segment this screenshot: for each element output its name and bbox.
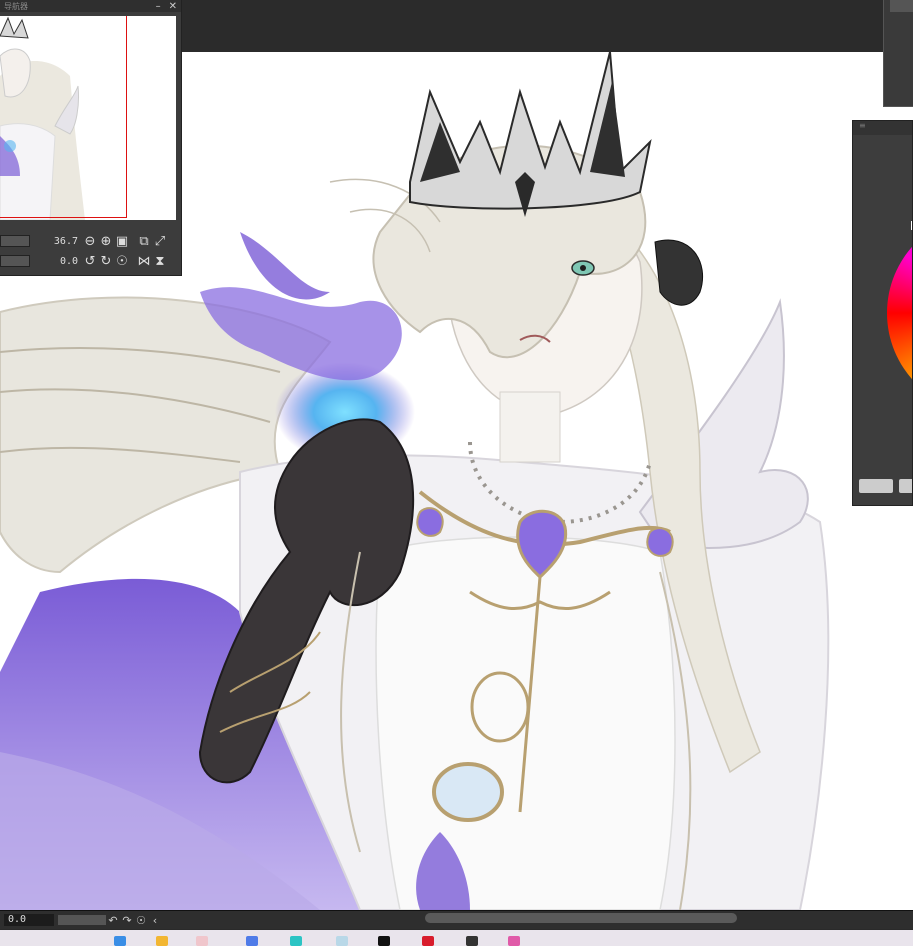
app-icon[interactable] xyxy=(196,936,208,946)
close-icon[interactable]: ✕ xyxy=(169,1,177,12)
rotate-right-icon[interactable]: ↻ xyxy=(98,253,114,269)
rotation-row: 0.0 ↺ ↻ ☉ ⋈ ⧗ xyxy=(0,252,168,270)
app-icon[interactable] xyxy=(466,936,478,946)
reset-rotation-icon[interactable]: ☉ xyxy=(134,914,148,927)
zoom-row: 36.7 ⊖ ⊕ ▣ ⧉ ⤢ xyxy=(0,232,168,250)
rotation-value: 0.0 xyxy=(59,255,78,267)
rotate-left-icon[interactable]: ↶ xyxy=(106,914,120,927)
navigator-panel: 导航器 – ✕ 36.7 ⊖ ⊕ ▣ ⧉ ⤢ 0.0 ↺ ↻ ☉ ⋈ ⧗ xyxy=(0,0,182,276)
sub-color-button[interactable] xyxy=(899,479,912,493)
app-icon[interactable] xyxy=(378,936,390,946)
rotation-slider[interactable] xyxy=(0,255,30,267)
zoom-value: 36.7 xyxy=(53,235,78,247)
zoom-out-icon[interactable]: ⊖ xyxy=(82,233,98,249)
status-slider[interactable] xyxy=(58,915,106,925)
actual-size-icon[interactable]: ▣ xyxy=(114,233,130,249)
view-frame xyxy=(0,16,127,218)
flip-horizontal-icon[interactable]: ⋈ xyxy=(136,253,152,269)
minimize-icon[interactable]: – xyxy=(156,1,161,12)
rotate-right-icon[interactable]: ↷ xyxy=(120,914,134,927)
navigator-title: 导航器 xyxy=(4,1,28,11)
app-icon[interactable] xyxy=(336,936,348,946)
opal-gem xyxy=(432,762,504,822)
color-wheel[interactable] xyxy=(887,213,912,413)
navigator-preview[interactable] xyxy=(0,16,176,220)
zoom-in-icon[interactable]: ⊕ xyxy=(98,233,114,249)
color-panel-header[interactable]: ≡ xyxy=(853,121,912,135)
app-icon[interactable] xyxy=(246,936,258,946)
panel-header[interactable] xyxy=(890,0,913,12)
fit-icon[interactable]: ⧉ xyxy=(136,233,152,249)
reset-rotation-icon[interactable]: ☉ xyxy=(114,253,130,269)
rotate-left-icon[interactable]: ↺ xyxy=(82,253,98,269)
status-zoom-value[interactable]: 0.0 xyxy=(4,914,54,926)
app-icon[interactable] xyxy=(508,936,520,946)
file-explorer-icon[interactable] xyxy=(156,936,168,946)
app-icon[interactable] xyxy=(422,936,434,946)
zoom-slider[interactable] xyxy=(0,235,30,247)
app-icon[interactable] xyxy=(290,936,302,946)
navigator-title-bar[interactable]: 导航器 – ✕ xyxy=(0,0,181,12)
fit-screen-icon[interactable]: ⤢ xyxy=(152,233,168,249)
taskbar xyxy=(0,930,913,946)
color-wheel-panel: ≡ xyxy=(852,120,913,506)
main-color-button[interactable] xyxy=(859,479,893,493)
prev-icon[interactable]: ‹ xyxy=(148,914,162,927)
windows-start-icon[interactable] xyxy=(114,936,126,946)
horizontal-scrollbar[interactable] xyxy=(425,913,737,923)
flip-vertical-icon[interactable]: ⧗ xyxy=(152,253,168,269)
right-top-panel xyxy=(883,0,913,107)
